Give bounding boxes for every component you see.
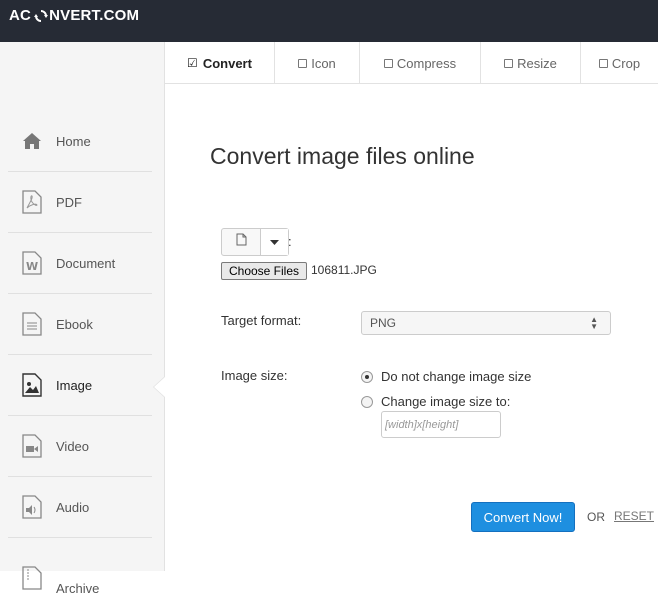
checkbox-icon	[504, 58, 514, 68]
svg-text:W: W	[26, 260, 38, 273]
tab-crop[interactable]: Crop	[581, 42, 658, 84]
sidebar-item-home[interactable]: Home	[8, 111, 152, 172]
sidebar-item-label: Ebook	[56, 316, 93, 332]
tab-label: Convert	[202, 55, 252, 71]
tab-icon[interactable]: Icon	[275, 42, 360, 84]
logo-text-end: NVERT.COM	[49, 7, 140, 24]
keep-size-label: Do not change image size	[381, 369, 532, 384]
active-indicator	[154, 377, 165, 397]
sidebar-item-label: Audio	[56, 499, 90, 515]
file-source-dropdown[interactable]	[260, 229, 288, 255]
checked-box-icon: ☑	[187, 56, 198, 70]
logo[interactable]: AC NVERT.COM	[9, 7, 139, 24]
image-size-input[interactable]: [width]x[height]	[381, 411, 501, 438]
tab-label: Icon	[311, 55, 336, 71]
checkbox-icon	[298, 58, 308, 68]
reset-link[interactable]: RESET	[614, 509, 654, 523]
sidebar-item-image[interactable]: Image	[8, 355, 152, 416]
image-size-label: Image size:	[221, 368, 288, 383]
tab-resize[interactable]: Resize	[481, 42, 581, 84]
page-title: Convert image files online	[210, 143, 475, 169]
file-colon: :	[288, 234, 292, 249]
tab-label: Resize	[517, 55, 557, 71]
choose-files-button[interactable]: Choose Files	[221, 262, 307, 280]
tab-bar: ☑ Convert Icon Compress Resize Crop	[165, 42, 658, 84]
sidebar-item-document[interactable]: W Document	[8, 233, 152, 294]
target-format-label: Target format:	[221, 313, 302, 328]
document-icon: W	[20, 249, 44, 277]
image-icon	[20, 371, 44, 399]
top-bar: AC NVERT.COM	[0, 0, 658, 42]
select-arrows-icon: ▲ ▼	[590, 315, 598, 331]
sidebar-item-label: Video	[56, 438, 90, 454]
convert-now-button[interactable]: Convert Now!	[471, 502, 575, 532]
sidebar-item-label: Archive	[56, 581, 100, 596]
sidebar: Home PDF W Document Ebook Image Video Au…	[0, 42, 165, 596]
radio-keep-size[interactable]	[361, 371, 373, 383]
or-text: OR	[587, 510, 605, 524]
sidebar-item-label: Document	[56, 255, 116, 271]
archive-icon	[20, 564, 44, 592]
file-source-button[interactable]	[222, 229, 260, 255]
file-source-button-group	[221, 228, 289, 256]
checkbox-icon	[383, 58, 393, 68]
sidebar-item-ebook[interactable]: Ebook	[8, 294, 152, 355]
sidebar-item-label: Image	[56, 377, 93, 393]
sidebar-item-audio[interactable]: Audio	[8, 477, 152, 538]
home-icon	[20, 127, 44, 155]
sidebar-item-label: PDF	[56, 194, 82, 210]
video-icon	[20, 432, 44, 460]
sidebar-item-video[interactable]: Video	[8, 416, 152, 477]
tab-label: Compress	[396, 55, 457, 71]
sidebar-item-pdf[interactable]: PDF	[8, 172, 152, 233]
checkbox-icon	[598, 58, 608, 68]
tab-compress[interactable]: Compress	[360, 42, 481, 84]
pdf-icon	[20, 188, 44, 216]
tab-convert[interactable]: ☑ Convert	[165, 42, 275, 84]
radio-change-size[interactable]	[361, 396, 373, 408]
ebook-icon	[20, 310, 44, 338]
tab-label: Crop	[611, 55, 641, 71]
sidebar-item-archive[interactable]: Archive	[8, 538, 152, 599]
selected-file-name: 106811.JPG	[311, 263, 377, 277]
target-format-value: PNG	[370, 316, 397, 330]
caret-down-icon	[270, 233, 279, 251]
change-size-label: Change image size to:	[381, 394, 511, 409]
convert-arrows-icon	[34, 9, 49, 22]
logo-text-start: AC	[9, 7, 32, 24]
target-format-select[interactable]: PNG ▲ ▼	[361, 311, 611, 335]
audio-icon	[20, 493, 44, 521]
sidebar-item-label: Home	[56, 133, 91, 149]
file-icon	[236, 233, 247, 251]
